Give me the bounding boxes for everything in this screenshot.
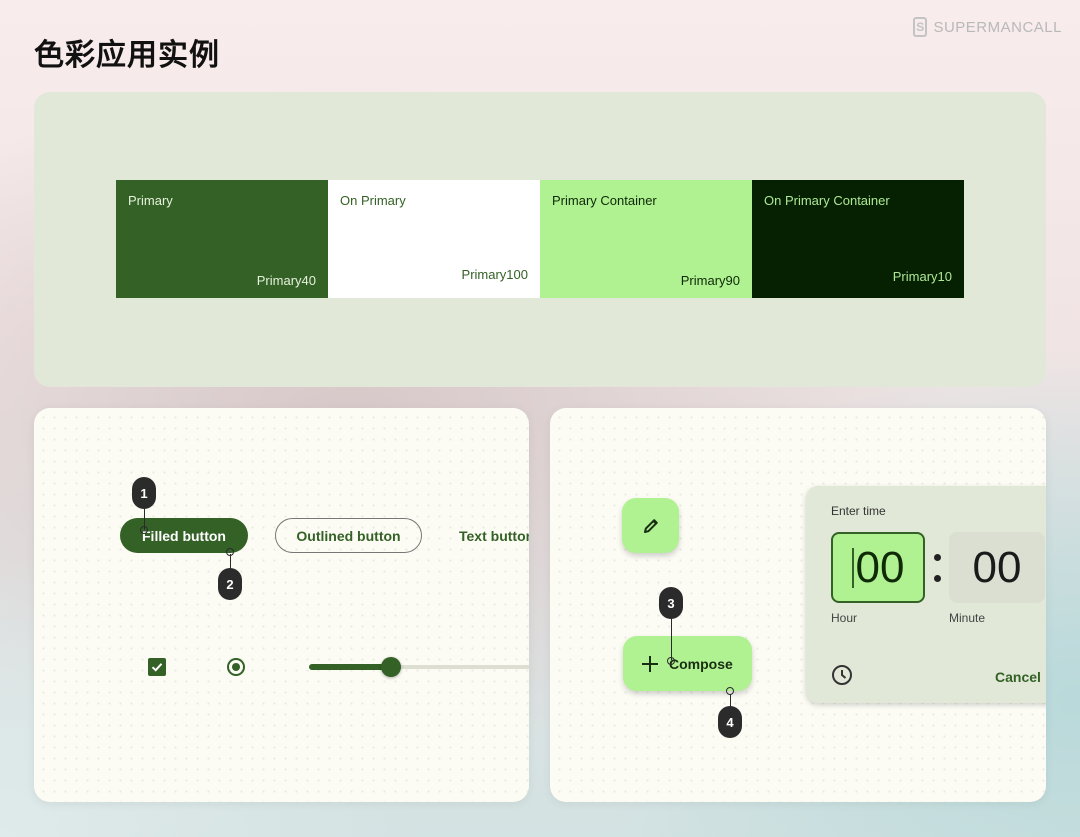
compose-fab[interactable]: Compose bbox=[623, 636, 752, 691]
swatch-role: On Primary bbox=[340, 193, 406, 208]
swatch-role: On Primary Container bbox=[764, 193, 890, 208]
minute-input[interactable]: 00 bbox=[949, 532, 1045, 603]
callout-anchor bbox=[726, 687, 734, 695]
swatch-on-primary: On Primary Primary100 bbox=[328, 180, 540, 298]
compose-label: Compose bbox=[669, 655, 733, 672]
brand-name: SUPERMANCALL bbox=[933, 18, 1062, 36]
pencil-icon bbox=[643, 518, 658, 533]
text-cursor bbox=[851, 547, 854, 588]
callout-anchor bbox=[140, 526, 148, 534]
radio-button[interactable] bbox=[227, 658, 245, 676]
swatch-tone: Primary40 bbox=[256, 273, 316, 288]
cancel-button[interactable]: Cancel bbox=[995, 669, 1041, 685]
fab-timepicker-panel: Compose 3 4 Enter time 00 00 Hour Minute… bbox=[550, 408, 1046, 802]
swatch-tone: Primary100 bbox=[461, 267, 528, 282]
hour-label: Hour bbox=[831, 611, 858, 625]
callout-1: 1 bbox=[132, 477, 156, 509]
text-button[interactable]: Text button bbox=[459, 518, 529, 553]
page-title: 色彩应用实例 bbox=[34, 38, 220, 73]
brand: S SUPERMANCALL bbox=[913, 17, 1062, 37]
slider[interactable] bbox=[309, 656, 529, 678]
swatch-role: Primary bbox=[128, 193, 173, 208]
slider-thumb[interactable] bbox=[380, 657, 401, 677]
callout-anchor bbox=[667, 657, 675, 665]
callout-anchor bbox=[226, 548, 234, 556]
supermancall-logo-icon: S bbox=[913, 17, 928, 37]
time-picker-title: Enter time bbox=[831, 504, 886, 518]
color-swatches: Primary Primary40 On Primary Primary100 … bbox=[116, 180, 964, 298]
time-separator bbox=[931, 548, 943, 588]
callout-4: 4 bbox=[718, 706, 742, 738]
callout-2: 2 bbox=[218, 568, 242, 600]
swatch-tone: Primary10 bbox=[892, 269, 952, 284]
clock-icon[interactable] bbox=[831, 664, 853, 686]
swatch-primary-container: Primary Container Primary90 bbox=[540, 180, 752, 298]
callout-leader bbox=[671, 618, 672, 660]
outlined-button[interactable]: Outlined button bbox=[275, 518, 422, 553]
checkbox[interactable] bbox=[148, 658, 166, 676]
time-picker-dialog: Enter time 00 00 Hour Minute Cancel bbox=[806, 486, 1046, 703]
check-icon bbox=[151, 663, 163, 672]
edit-fab[interactable] bbox=[622, 498, 679, 553]
slider-active-track bbox=[309, 664, 391, 670]
callout-3: 3 bbox=[659, 587, 683, 619]
swatch-role: Primary Container bbox=[552, 193, 657, 208]
minute-value: 00 bbox=[972, 542, 1022, 592]
swatch-tone: Primary90 bbox=[680, 273, 740, 288]
radio-dot bbox=[232, 663, 240, 671]
swatch-primary: Primary Primary40 bbox=[116, 180, 328, 298]
hour-value: 00 bbox=[855, 542, 905, 592]
minute-label: Minute bbox=[949, 611, 986, 625]
swatch-on-primary-container: On Primary Container Primary10 bbox=[752, 180, 964, 298]
plus-icon bbox=[642, 655, 658, 672]
hour-input[interactable]: 00 bbox=[831, 532, 925, 603]
components-panel: Filled button Outlined button Text butto… bbox=[34, 408, 529, 802]
